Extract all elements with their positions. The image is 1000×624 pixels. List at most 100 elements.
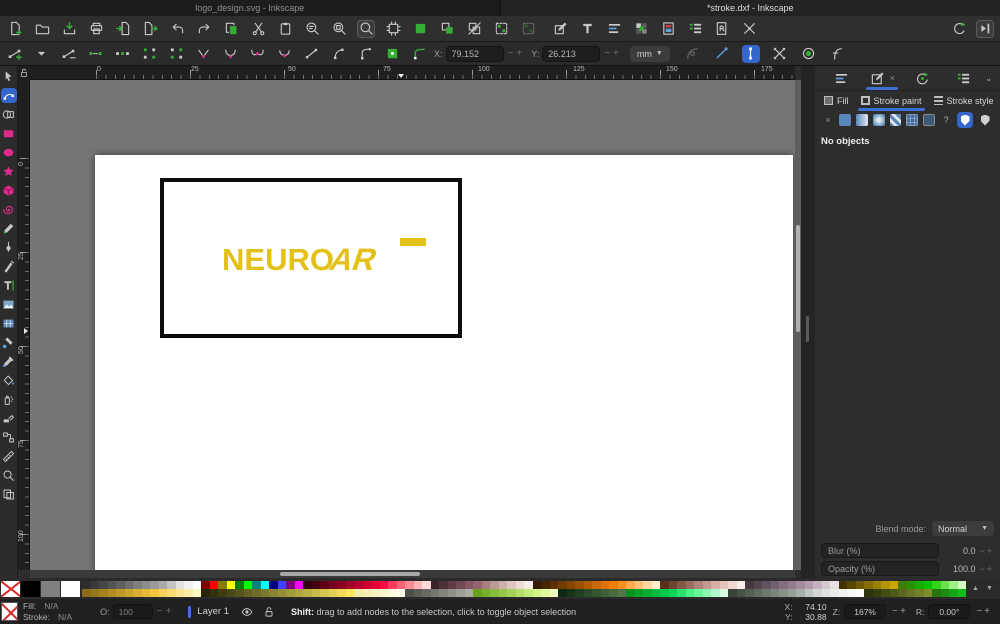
palette-swatch[interactable]: [311, 580, 320, 589]
palette-swatch[interactable]: [430, 580, 439, 589]
palette-swatch[interactable]: [277, 588, 286, 597]
palette-swatch[interactable]: [932, 588, 941, 597]
tool-node-editor[interactable]: [0, 88, 17, 103]
palette-swatch[interactable]: [949, 588, 958, 597]
palette-swatch[interactable]: [439, 588, 448, 597]
palette-swatch[interactable]: [668, 580, 677, 589]
palette-swatch[interactable]: [252, 580, 261, 589]
find-replace-button[interactable]: [713, 20, 731, 38]
duplicate-button[interactable]: [411, 20, 429, 38]
palette-swatch[interactable]: [566, 588, 575, 597]
palette-swatch[interactable]: [286, 588, 295, 597]
blur-steppers[interactable]: −+: [979, 546, 994, 556]
palette-swatch[interactable]: [957, 580, 966, 589]
palette-swatch[interactable]: [192, 588, 201, 597]
palette-swatch[interactable]: [549, 588, 558, 597]
palette-swatch[interactable]: [830, 580, 839, 589]
palette-swatch[interactable]: [320, 588, 329, 597]
zoom-input[interactable]: 167%: [844, 604, 887, 619]
opacity-value[interactable]: 100.0: [945, 564, 976, 574]
palette-swatch[interactable]: [609, 580, 618, 589]
redo-button[interactable]: [195, 20, 213, 38]
delete-segment-button[interactable]: [167, 45, 185, 63]
node-corner-button[interactable]: [194, 45, 212, 63]
palette-swatch[interactable]: [651, 580, 660, 589]
text-dialog-button[interactable]: [578, 20, 596, 38]
palette-swatch[interactable]: [566, 580, 575, 589]
palette-swatch[interactable]: [949, 580, 958, 589]
palette-swatch[interactable]: [286, 580, 295, 589]
swatch-white[interactable]: [61, 580, 80, 597]
palette-swatch[interactable]: [677, 580, 686, 589]
copy-button[interactable]: [222, 20, 240, 38]
palette-swatch[interactable]: [82, 588, 91, 597]
palette-swatch[interactable]: [932, 580, 941, 589]
palette-swatch[interactable]: [167, 588, 176, 597]
palette-swatch[interactable]: [660, 588, 669, 597]
paint-pattern-button[interactable]: [889, 114, 902, 126]
palette-swatch[interactable]: [124, 588, 133, 597]
palette-swatch[interactable]: [175, 580, 184, 589]
palette-swatch[interactable]: [881, 580, 890, 589]
palette-swatch[interactable]: [787, 588, 796, 597]
print-button[interactable]: [87, 20, 105, 38]
tool-3d-box[interactable]: [1, 183, 17, 198]
palette-swatch[interactable]: [269, 588, 278, 597]
palette-swatch[interactable]: [753, 588, 762, 597]
palette-swatch[interactable]: [838, 588, 847, 597]
create-clone-button[interactable]: [438, 20, 456, 38]
palette-swatch[interactable]: [736, 588, 745, 597]
palette-swatch[interactable]: [745, 580, 754, 589]
fill-rule-nonzero-button[interactable]: [957, 112, 974, 128]
palette-swatch[interactable]: [762, 588, 771, 597]
palette-swatch[interactable]: [218, 580, 227, 589]
palette-swatch[interactable]: [192, 580, 201, 589]
palette-swatch[interactable]: [158, 588, 167, 597]
logo-text-neuro[interactable]: NEURO: [222, 242, 334, 278]
dialog-tab-fill-stroke[interactable]: ×: [862, 66, 903, 90]
palette-swatch[interactable]: [940, 580, 949, 589]
tool-pages[interactable]: [1, 487, 17, 502]
palette-swatch[interactable]: [328, 580, 337, 589]
palette-swatch[interactable]: [600, 580, 609, 589]
tool-pen[interactable]: [1, 240, 17, 255]
join-nodes-button[interactable]: [113, 45, 131, 63]
palette-swatch[interactable]: [541, 580, 550, 589]
palette-swatch[interactable]: [430, 588, 439, 597]
palette-swatch[interactable]: [269, 580, 278, 589]
edit-clip-toggle[interactable]: [684, 45, 702, 63]
fill-rule-evenodd-button[interactable]: [977, 112, 993, 128]
paint-swatch-button[interactable]: [923, 114, 936, 126]
palette-swatch[interactable]: [422, 580, 431, 589]
palette-swatch[interactable]: [549, 580, 558, 589]
palette-swatch[interactable]: [770, 580, 779, 589]
dialog-tab-undo-history[interactable]: [902, 66, 943, 90]
palette-swatch[interactable]: [107, 588, 116, 597]
palette-swatch[interactable]: [592, 588, 601, 597]
palette-swatch[interactable]: [235, 580, 244, 589]
layer-visibility-icon[interactable]: [239, 604, 255, 620]
palette-swatch[interactable]: [813, 588, 822, 597]
palette-swatch[interactable]: [243, 580, 252, 589]
tool-measure[interactable]: [1, 449, 17, 464]
palette-swatch[interactable]: [473, 588, 482, 597]
palette-swatch[interactable]: [872, 588, 881, 597]
palette-swatch[interactable]: [158, 580, 167, 589]
dialog-tab-objects[interactable]: [943, 66, 984, 90]
palette-swatch[interactable]: [303, 588, 312, 597]
palette-swatch[interactable]: [634, 588, 643, 597]
palette-swatch[interactable]: [201, 580, 210, 589]
palette-swatch[interactable]: [133, 588, 142, 597]
palette-swatch[interactable]: [498, 588, 507, 597]
palette-scroll-down[interactable]: ▼: [986, 585, 993, 592]
node-smooth-button[interactable]: [221, 45, 239, 63]
palette-swatch[interactable]: [218, 588, 227, 597]
paste-button[interactable]: [276, 20, 294, 38]
tool-rectangle[interactable]: [1, 126, 17, 141]
tool-spiral[interactable]: [1, 202, 17, 217]
swatch-none[interactable]: [1, 580, 20, 597]
tool-shape-builder[interactable]: [1, 107, 17, 122]
dialog-tab-align-icon[interactable]: [832, 69, 850, 87]
fill-stroke-dialog-button[interactable]: [551, 20, 569, 38]
palette-swatch[interactable]: [940, 588, 949, 597]
